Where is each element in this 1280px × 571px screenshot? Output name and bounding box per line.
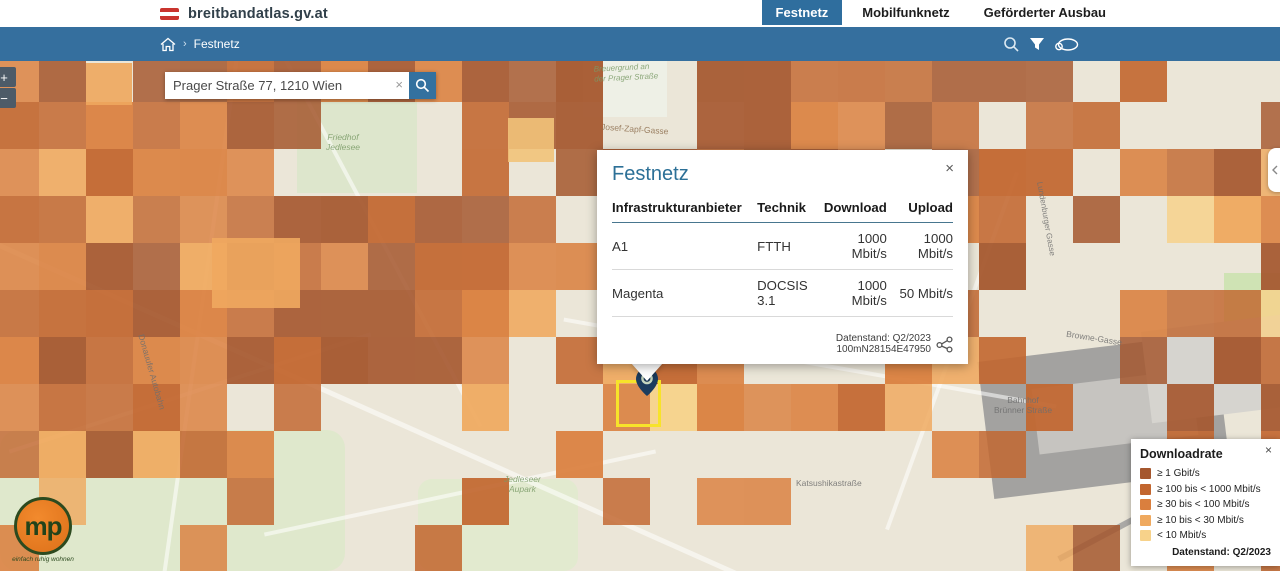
map-label: Jedleseer Aupark (504, 474, 541, 494)
technik-cell: DOCSIS 3.1 (757, 270, 824, 317)
table-row: Magenta DOCSIS 3.1 1000 Mbit/s 50 Mbit/s (612, 270, 953, 317)
breadcrumb-separator: › (183, 38, 187, 50)
cell-id-text: 100mN28154E47950 (836, 344, 931, 355)
zoom-in-button[interactable]: + (0, 67, 16, 87)
datenstand-text: Datenstand: Q2/2023 (836, 333, 931, 344)
col-header-infrastrukturanbieter: Infrastrukturanbieter (612, 195, 757, 223)
provider-table: Infrastrukturanbieter Technik Download U… (612, 195, 953, 317)
provider-cell: A1 (612, 223, 757, 270)
search-icon[interactable] (1003, 36, 1020, 53)
legend-swatch (1140, 530, 1151, 541)
austria-flag-icon (160, 8, 179, 20)
toolbar-icons (1003, 27, 1079, 61)
share-nodes-icon[interactable] (936, 336, 954, 353)
legend-label: < 10 Mbit/s (1157, 530, 1206, 541)
legend-swatch (1140, 515, 1151, 526)
upload-cell: 1000 Mbit/s (887, 223, 953, 270)
legend-item: ≥ 100 bis < 1000 Mbit/s (1140, 484, 1271, 495)
technik-cell: FTTH (757, 223, 824, 270)
tab-festnetz[interactable]: Festnetz (762, 0, 843, 25)
table-row: A1 FTTH 1000 Mbit/s 1000 Mbit/s (612, 223, 953, 270)
upload-cell: 50 Mbit/s (887, 270, 953, 317)
col-header-download: Download (824, 195, 887, 223)
download-cell: 1000 Mbit/s (824, 270, 887, 317)
legend-datenstand: Datenstand: Q2/2023 (1140, 547, 1271, 558)
popup-tail (631, 363, 663, 381)
popup-meta: Datenstand: Q2/2023 100mN28154E47950 (836, 333, 931, 355)
col-header-upload: Upload (887, 195, 953, 223)
app-header: breitbandatlas.gv.at Festnetz Mobilfunkn… (0, 0, 1280, 27)
filter-icon[interactable] (1029, 36, 1045, 52)
legend-label: ≥ 10 bis < 30 Mbit/s (1157, 515, 1244, 526)
breadcrumb-current: Festnetz (194, 37, 240, 51)
share-icon[interactable] (1054, 37, 1079, 52)
legend-swatch (1140, 484, 1151, 495)
legend-label: ≥ 100 bis < 1000 Mbit/s (1157, 484, 1261, 495)
map-canvas[interactable]: Breuergrund an der Prager Straße Josef-Z… (0, 61, 1280, 571)
mp-badge: mp einfach ruhig wohnen (8, 497, 78, 569)
search-submit-button[interactable] (409, 72, 436, 99)
breitbandatlas-app: breitbandatlas.gv.at Festnetz Mobilfunkn… (0, 0, 1280, 571)
close-icon[interactable]: × (1265, 444, 1272, 456)
map-label: Friedhof Jedlesee (326, 132, 360, 152)
search-input[interactable] (165, 72, 409, 99)
tab-gefoerderter-ausbau[interactable]: Geförderter Ausbau (970, 0, 1120, 25)
legend-panel: Downloadrate × ≥ 1 Gbit/s ≥ 100 bis < 10… (1131, 439, 1280, 566)
clear-search-icon[interactable]: × (395, 77, 403, 92)
panel-handle[interactable] (1268, 148, 1280, 192)
chevron-left-icon (1271, 165, 1279, 175)
download-cell: 1000 Mbit/s (824, 223, 887, 270)
main-nav: Festnetz Mobilfunknetz Geförderter Ausba… (762, 0, 1280, 27)
brand-logo[interactable]: breitbandatlas.gv.at (160, 0, 328, 27)
legend-swatch (1140, 499, 1151, 510)
provider-cell: Magenta (612, 270, 757, 317)
legend-label: ≥ 1 Gbit/s (1157, 468, 1200, 479)
brand-title: breitbandatlas.gv.at (188, 6, 328, 22)
legend-label: ≥ 30 bis < 100 Mbit/s (1157, 499, 1249, 510)
map-label: Katsushikastraße (796, 478, 862, 488)
legend-item: < 10 Mbit/s (1140, 530, 1271, 541)
popup-footer: Datenstand: Q2/2023 100mN28154E47950 (836, 333, 954, 355)
map-label: Breuergrund an der Prager Straße (594, 61, 659, 84)
legend-item: ≥ 30 bis < 100 Mbit/s (1140, 499, 1271, 510)
tab-mobilfunknetz[interactable]: Mobilfunknetz (848, 0, 963, 25)
home-icon[interactable] (160, 37, 176, 52)
toolbar: › Festnetz (0, 27, 1280, 61)
festnetz-popup: Festnetz × Infrastrukturanbieter Technik… (597, 150, 968, 364)
zoom-controls: + − (0, 67, 16, 108)
legend-item: ≥ 10 bis < 30 Mbit/s (1140, 515, 1271, 526)
zoom-out-button[interactable]: − (0, 88, 16, 108)
mp-badge-tagline: einfach ruhig wohnen (8, 556, 78, 563)
magnifier-icon (415, 78, 430, 93)
mp-badge-letters: mp (25, 511, 62, 542)
col-header-technik: Technik (757, 195, 824, 223)
address-search: × (165, 72, 436, 99)
legend-item: ≥ 1 Gbit/s (1140, 468, 1271, 479)
mp-badge-circle: mp (14, 497, 72, 555)
breadcrumb: › Festnetz (160, 27, 240, 61)
map-label: Bahnhof Brünner Straße (994, 395, 1052, 415)
legend-title: Downloadrate (1140, 447, 1271, 461)
close-icon[interactable]: × (945, 161, 954, 176)
legend-swatch (1140, 468, 1151, 479)
popup-title: Festnetz (612, 163, 953, 186)
